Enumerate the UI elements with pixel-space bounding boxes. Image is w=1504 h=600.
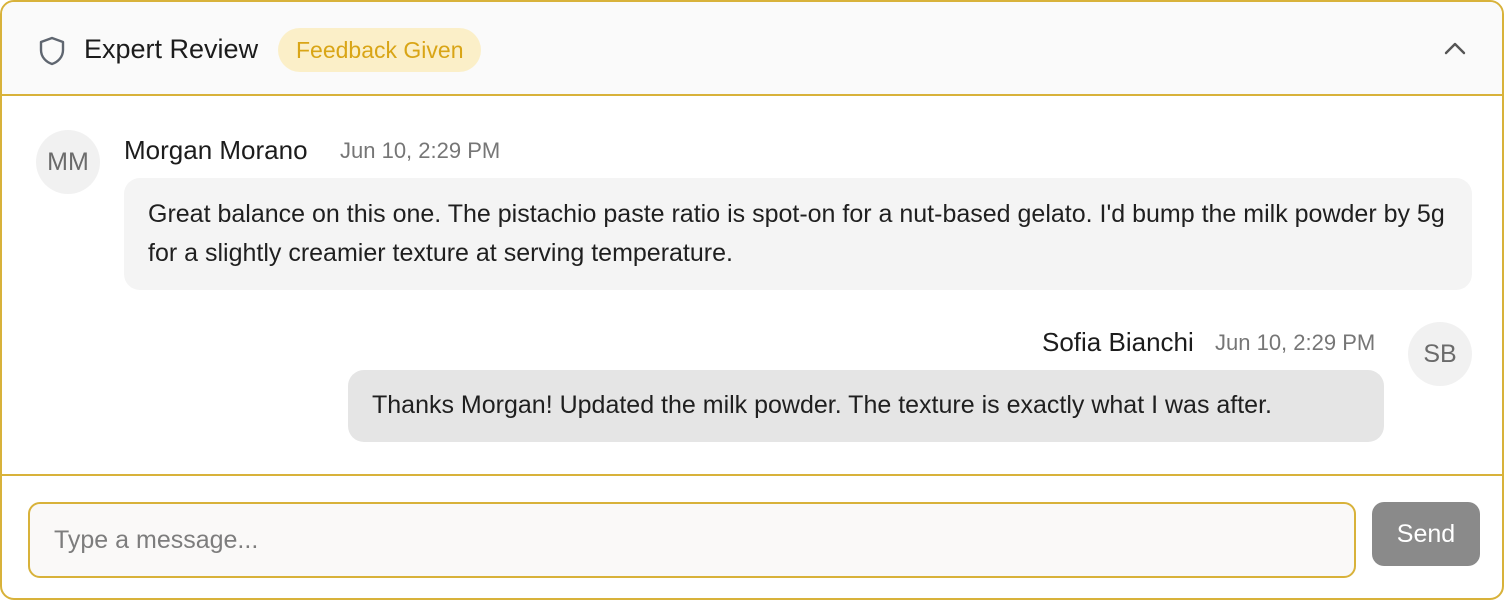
status-badge: Feedback Given xyxy=(278,28,482,72)
message-composer: Send xyxy=(2,474,1502,598)
avatar: MM xyxy=(36,130,100,194)
message-author: Sofia Bianchi xyxy=(1042,327,1194,357)
panel-title: Expert Review xyxy=(84,34,259,64)
message-timestamp: Jun 10, 2:29 PM xyxy=(1215,330,1376,355)
message-input[interactable] xyxy=(28,502,1356,578)
send-button[interactable]: Send xyxy=(1372,502,1480,566)
expert-review-panel: Expert Review Feedback Given MM Morgan M… xyxy=(0,0,1504,600)
message-bubble: Great balance on this one. The pistachio… xyxy=(124,178,1472,290)
message-thread: MM Morgan Morano Jun 10, 2:29 PM Great b… xyxy=(2,98,1502,474)
shield-icon xyxy=(38,36,66,66)
message-timestamp: Jun 10, 2:29 PM xyxy=(340,138,501,163)
message-author: Morgan Morano xyxy=(124,135,308,165)
message-bubble: Thanks Morgan! Updated the milk powder. … xyxy=(348,370,1384,442)
panel-header[interactable]: Expert Review Feedback Given xyxy=(2,2,1502,96)
chevron-up-icon[interactable] xyxy=(1442,38,1468,58)
avatar: SB xyxy=(1408,322,1472,386)
